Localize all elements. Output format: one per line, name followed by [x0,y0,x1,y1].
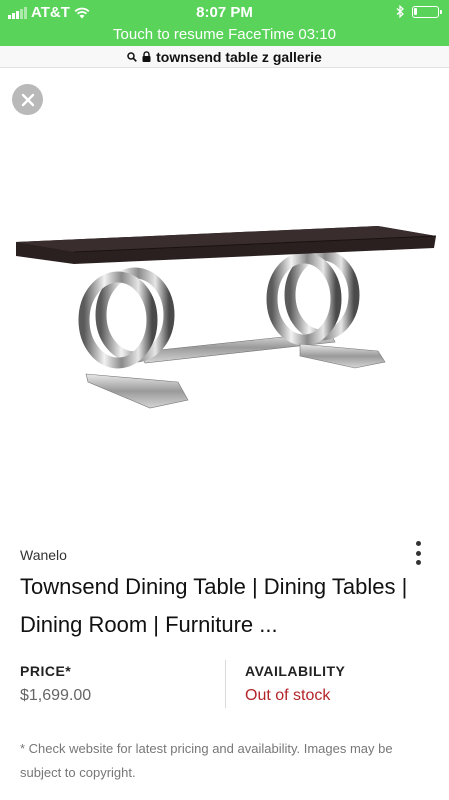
price-value: $1,699.00 [20,687,92,704]
product-title[interactable]: Townsend Dining Table | Dining Tables | … [20,568,430,644]
availability-label: AVAILABILITY [245,663,346,679]
more-options-icon[interactable] [408,538,428,568]
availability-value: Out of stock [245,687,331,704]
price-label: PRICE* [20,663,72,679]
status-area: AT&T 8:07 PM Touch to resume FaceTime 03… [0,0,449,48]
disclaimer: * Check website for latest pricing and a… [20,741,393,780]
source-label: Wanelo [20,547,67,563]
availability-block: AVAILABILITY Out of stock [245,663,435,705]
status-right [396,5,442,18]
divider [225,660,226,708]
bluetooth-icon [396,5,404,18]
battery-icon [412,5,442,18]
product-image[interactable] [0,160,449,460]
url-text: townsend table z gallerie [156,48,322,65]
status-time: 8:07 PM [196,4,253,21]
price-block: PRICE* $1,699.00 [20,663,220,705]
url-bar[interactable]: townsend table z gallerie [0,46,449,68]
close-button[interactable] [12,84,43,115]
close-icon [21,93,34,106]
lock-icon [142,51,151,62]
facetime-resume-banner[interactable]: Touch to resume FaceTime 03:10 [0,24,449,46]
status-bar: AT&T 8:07 PM [0,0,449,24]
search-icon [127,51,138,62]
